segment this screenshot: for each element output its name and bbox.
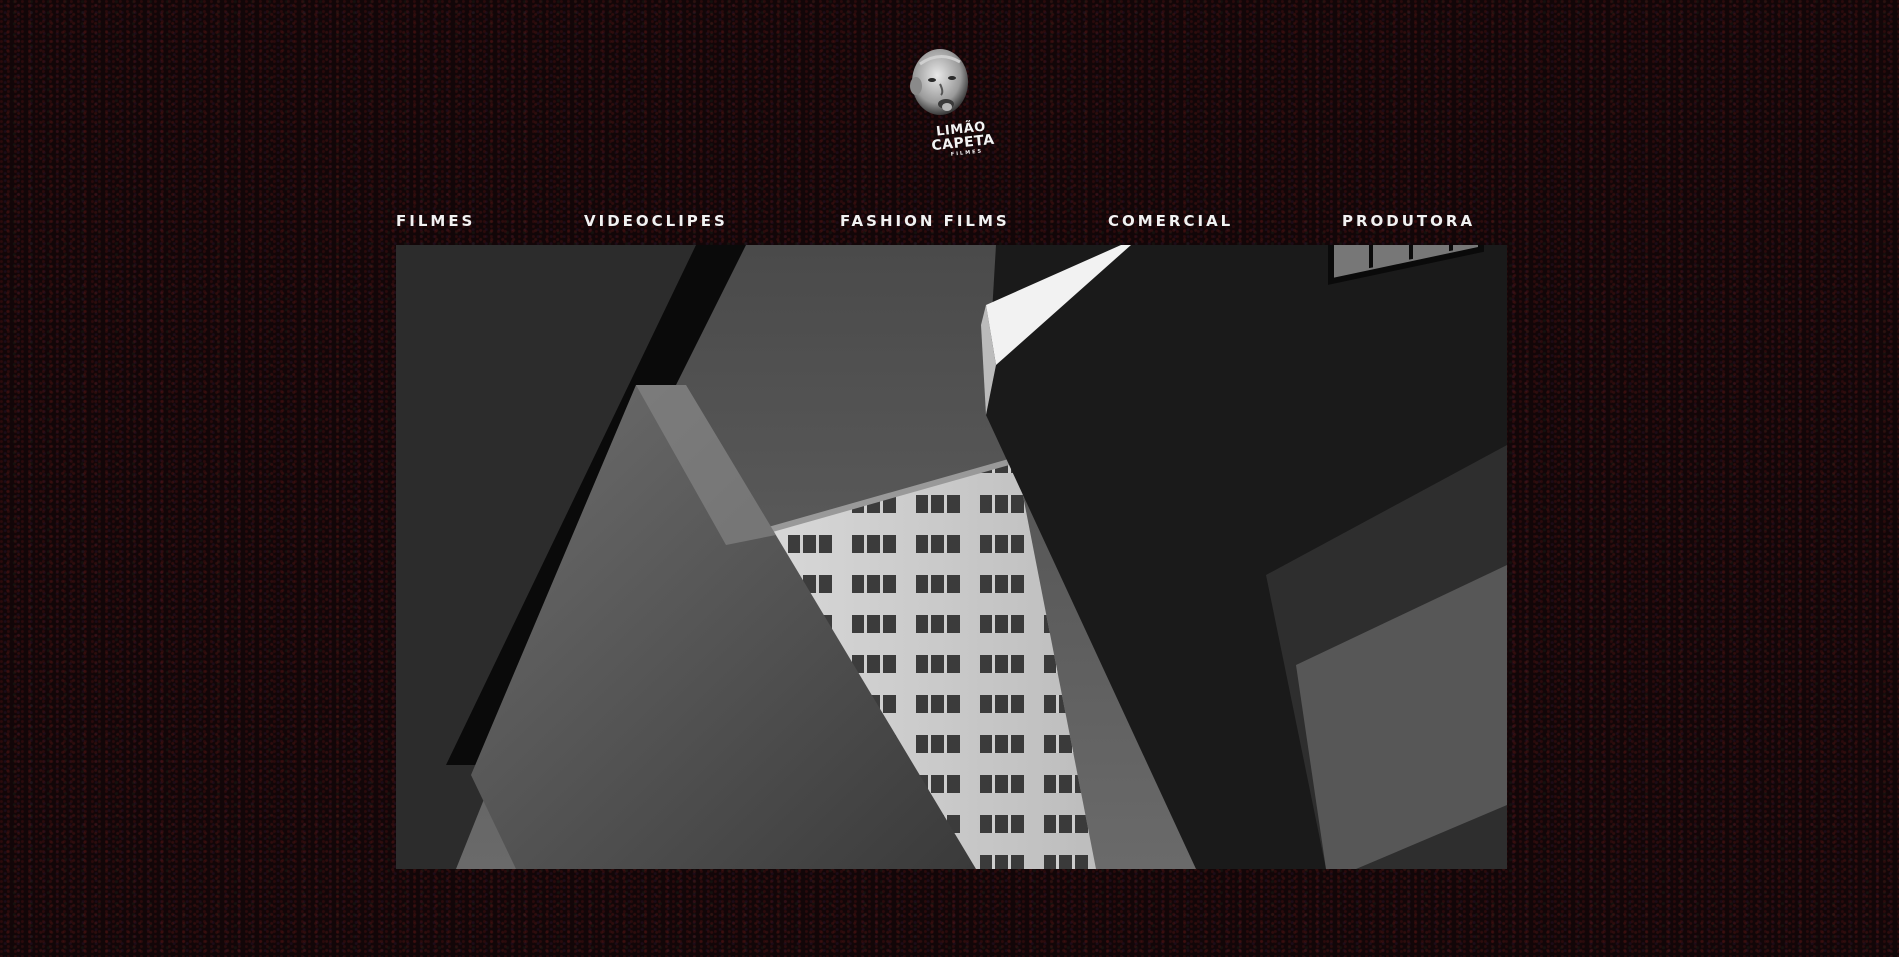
hero-image — [396, 245, 1507, 869]
building-photo-icon — [396, 245, 1507, 869]
nav-item-fashion-films[interactable]: FASHION FILMS — [840, 207, 1010, 235]
nav-item-videoclipes[interactable]: VIDEOCLIPES — [584, 207, 728, 235]
brand-logo[interactable]: LIMÃO CAPETA FILMES — [900, 42, 1006, 158]
nav-item-produtora[interactable]: PRODUTORA — [1342, 207, 1475, 235]
main-nav: FILMES VIDEOCLIPES FASHION FILMS COMERCI… — [396, 207, 1472, 235]
nav-item-filmes[interactable]: FILMES — [396, 207, 475, 235]
nav-item-comercial[interactable]: COMERCIAL — [1108, 207, 1233, 235]
